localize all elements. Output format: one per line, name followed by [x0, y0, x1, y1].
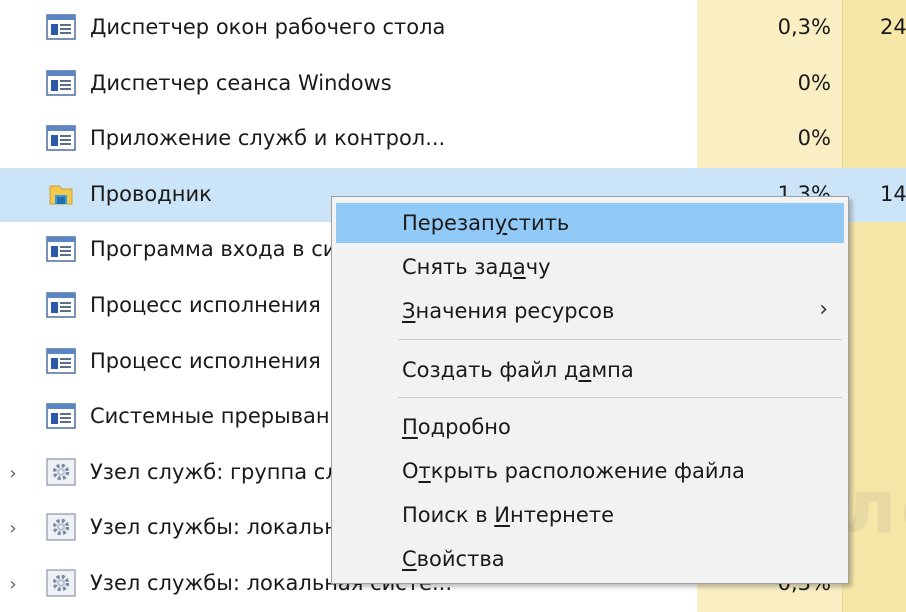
process-name: Диспетчер сеанса Windows	[90, 70, 392, 95]
menu-item-details[interactable]: Подробно	[336, 407, 844, 447]
menu-item-search-online[interactable]: Поиск в Интернете	[336, 495, 844, 535]
menu-item-resource-values[interactable]: Значения ресурсов ›	[336, 291, 844, 331]
process-row[interactable]: Приложение служб и контрол... 0%	[0, 112, 906, 166]
expand-chevron-icon[interactable]: ›	[6, 463, 20, 484]
menu-item-create-dump[interactable]: Создать файл дампа	[336, 350, 844, 390]
menu-separator	[398, 397, 842, 398]
process-name: Диспетчер окон рабочего стола	[90, 15, 446, 39]
process-name: Процесс исполнения	[90, 348, 321, 373]
expand-chevron-icon[interactable]: ›	[6, 518, 20, 539]
menu-item-label: Свойства	[402, 547, 505, 571]
window-app-icon	[46, 347, 76, 375]
menu-item-label: Поиск в Интернете	[402, 503, 614, 527]
explorer-folder-icon	[46, 180, 76, 208]
menu-item-label: Перезапустить	[402, 211, 570, 235]
menu-item-restart[interactable]: Перезапустить	[336, 203, 844, 243]
menu-item-properties[interactable]: Свойства	[336, 539, 844, 579]
process-name: Приложение служб и контрол...	[90, 126, 446, 151]
window-app-icon	[46, 13, 76, 41]
menu-item-label: Подробно	[402, 415, 511, 439]
process-memory: 14	[880, 181, 906, 206]
process-memory: 24	[880, 15, 906, 39]
menu-item-open-location[interactable]: Открыть расположение файла	[336, 451, 844, 491]
process-name: Проводник	[90, 181, 212, 206]
process-name: Узел службы: локальн	[90, 515, 338, 540]
context-menu: Перезапустить Снять задачу Значения ресурс…	[331, 196, 849, 584]
expand-chevron-icon[interactable]: ›	[6, 574, 20, 595]
process-cpu: 0%	[797, 126, 831, 151]
process-name: Узел служб: группа сл	[90, 459, 339, 484]
menu-item-label: Значения ресурсов	[402, 299, 615, 323]
window-app-icon	[46, 402, 76, 430]
submenu-chevron-icon: ›	[819, 297, 828, 322]
process-row[interactable]: Диспетчер окон рабочего стола 0,3% 24	[0, 1, 906, 55]
process-cpu: 0,3%	[777, 15, 831, 39]
process-name: Программа входа в си	[90, 237, 337, 262]
menu-separator	[398, 339, 842, 340]
window-app-icon	[46, 291, 76, 319]
window-app-icon	[46, 124, 76, 152]
service-gear-icon	[46, 569, 76, 597]
process-name: Системные прерыван	[90, 404, 330, 429]
menu-item-label: Снять задачу	[402, 255, 551, 279]
menu-item-end-task[interactable]: Снять задачу	[336, 247, 844, 287]
menu-item-label: Создать файл дампа	[402, 358, 634, 382]
window-app-icon	[46, 69, 76, 97]
menu-item-label: Открыть расположение файла	[402, 459, 745, 483]
service-gear-icon	[46, 458, 76, 486]
process-name: Процесс исполнения	[90, 293, 321, 317]
process-row[interactable]: Диспетчер сеанса Windows 0%	[0, 57, 906, 111]
service-gear-icon	[46, 513, 76, 541]
process-cpu: 0%	[797, 70, 831, 95]
window-app-icon	[46, 235, 76, 263]
